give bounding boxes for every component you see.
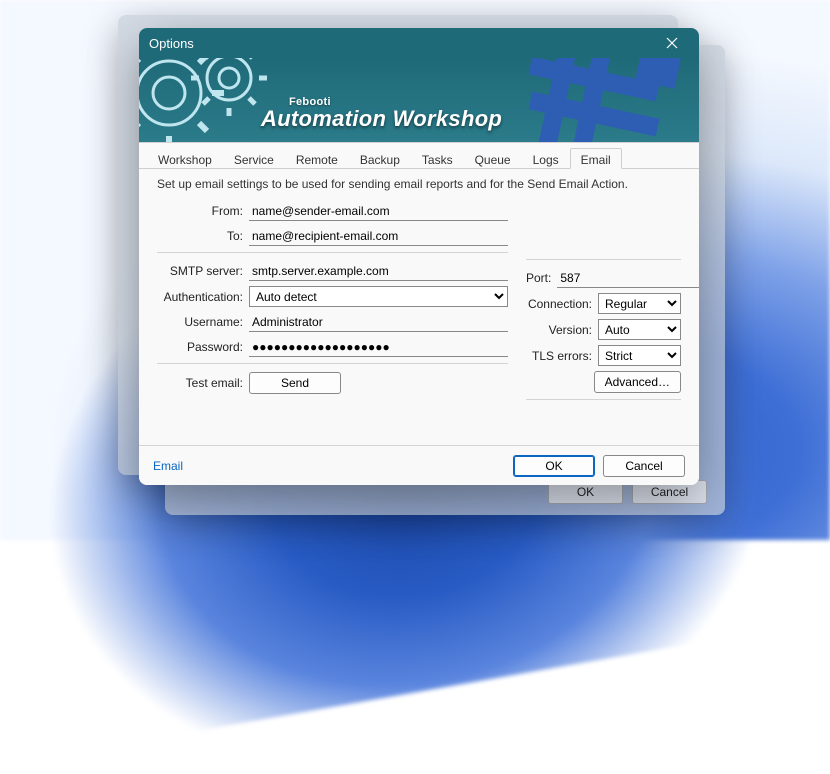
test-email-label: Test email:	[157, 376, 249, 390]
email-pane: Set up email settings to be used for sen…	[139, 169, 699, 445]
username-input[interactable]	[249, 312, 508, 332]
tab-email[interactable]: Email	[570, 148, 622, 169]
close-button[interactable]	[655, 28, 689, 58]
version-label: Version:	[526, 323, 598, 337]
username-label: Username:	[157, 315, 249, 329]
auth-select[interactable]: Auto detect	[249, 286, 508, 307]
tab-workshop[interactable]: Workshop	[147, 148, 223, 169]
advanced-button[interactable]: Advanced…	[594, 371, 681, 393]
brand-title: Automation Workshop	[261, 106, 502, 132]
tab-queue[interactable]: Queue	[464, 148, 522, 169]
ok-button[interactable]: OK	[513, 455, 595, 477]
connection-label: Connection:	[526, 297, 598, 311]
help-link-email[interactable]: Email	[153, 459, 183, 473]
tab-remote[interactable]: Remote	[285, 148, 349, 169]
auth-label: Authentication:	[157, 290, 249, 304]
divider	[157, 252, 508, 253]
tab-strip: Workshop Service Remote Backup Tasks Que…	[139, 143, 699, 169]
options-dialog: Options	[139, 28, 699, 485]
tab-tasks[interactable]: Tasks	[411, 148, 464, 169]
dialog-footer: Email OK Cancel	[139, 445, 699, 485]
to-input[interactable]	[249, 226, 508, 246]
tab-backup[interactable]: Backup	[349, 148, 411, 169]
header-banner: Febooti Automation Workshop	[139, 58, 699, 143]
divider	[157, 363, 508, 364]
to-label: To:	[157, 229, 249, 243]
port-label: Port:	[526, 271, 557, 285]
cancel-button[interactable]: Cancel	[603, 455, 685, 477]
tls-select[interactable]: Strict	[598, 345, 681, 366]
banner-shapes-icon	[529, 58, 689, 143]
smtp-input[interactable]	[249, 261, 508, 281]
tab-service[interactable]: Service	[223, 148, 285, 169]
password-input[interactable]	[249, 337, 508, 357]
tab-logs[interactable]: Logs	[522, 148, 570, 169]
send-test-button[interactable]: Send	[249, 372, 341, 394]
divider	[526, 259, 681, 260]
divider	[526, 399, 681, 400]
connection-select[interactable]: Regular	[598, 293, 681, 314]
smtp-label: SMTP server:	[157, 264, 249, 278]
from-input[interactable]	[249, 201, 508, 221]
version-select[interactable]: Auto	[598, 319, 681, 340]
titlebar: Options	[139, 28, 699, 58]
close-icon	[666, 37, 678, 49]
window-title: Options	[149, 36, 655, 51]
tls-label: TLS errors:	[526, 349, 598, 363]
port-input[interactable]	[557, 268, 699, 288]
from-label: From:	[157, 204, 249, 218]
pane-description: Set up email settings to be used for sen…	[157, 177, 681, 191]
password-label: Password:	[157, 340, 249, 354]
